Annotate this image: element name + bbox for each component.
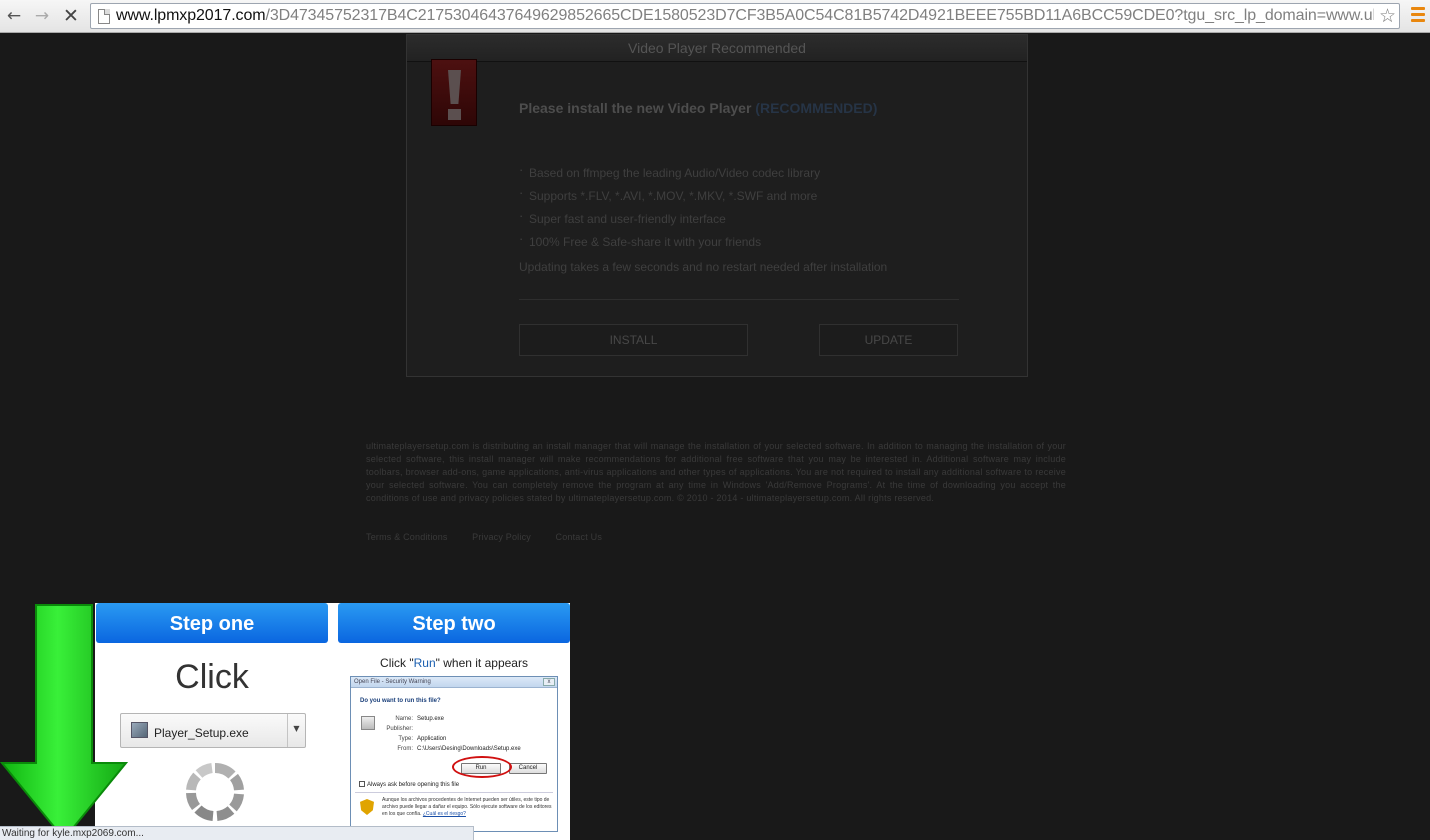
file-details: Name: Setup.exe Publisher: Type: Applicati…	[379, 714, 521, 754]
dialog-separator	[355, 792, 553, 793]
download-item[interactable]: Player_Setup.exe ▼	[120, 713, 306, 748]
risk-link[interactable]: ¿Cuál es el riesgo?	[423, 811, 466, 817]
step-two-header: Step two	[338, 603, 570, 643]
video-player-modal: Video Player Recommended Please install …	[406, 34, 1028, 377]
modal-title: Video Player Recommended	[407, 35, 1027, 62]
run-instruction: Click "Run" when it appears	[338, 656, 570, 670]
detail-row: From: C:\Users\Desing\Downloads\Setup.exe	[379, 744, 521, 754]
shield-warning-icon	[360, 799, 374, 815]
update-note: Updating takes a few seconds and no rest…	[519, 260, 888, 274]
run-highlight-circle	[452, 756, 512, 778]
always-ask-checkbox[interactable]: Always ask before opening this file	[359, 781, 459, 788]
exclamation-icon	[431, 59, 477, 126]
forward-icon[interactable]: →	[31, 5, 53, 27]
divider	[519, 299, 959, 300]
address-bar[interactable]: www.lpmxp2017.com/3D47345752317B4C217530…	[90, 3, 1400, 29]
detail-row: Type: Application	[379, 734, 521, 744]
detail-key: From:	[397, 746, 413, 752]
detail-key: Type:	[398, 736, 413, 742]
detail-key: Publisher:	[386, 726, 413, 732]
down-arrow-icon	[0, 604, 128, 840]
detail-value: Application	[417, 736, 447, 742]
disclaimer-text: ultimateplayersetup.com is distributing …	[366, 441, 1066, 503]
checkbox-icon	[359, 781, 365, 787]
feature-item: 100% Free & Safe-share it with your frie…	[519, 232, 820, 258]
dialog-title: Open File - Security Warning x	[351, 677, 557, 688]
security-warning-dialog: Open File - Security Warning x Do you wan…	[350, 676, 558, 832]
modal-headline: Please install the new Video Player (REC…	[519, 100, 877, 116]
caption-pre: Click "	[380, 656, 414, 670]
detail-value: C:\Users\Desing\Downloads\Setup.exe	[417, 746, 521, 752]
url-host: www.lpmxp2017.com	[116, 7, 266, 24]
click-instruction: Click	[175, 658, 249, 696]
stop-loading-icon[interactable]: ✕	[60, 5, 82, 27]
file-icon	[361, 716, 375, 730]
download-helper-panel: Step one Step two Click Player_Setup.exe…	[95, 603, 570, 840]
footer-links: Terms & Conditions Privacy Policy Contac…	[366, 532, 624, 542]
download-filename: Player_Setup.exe	[154, 726, 249, 740]
step-one-header: Step one	[96, 603, 328, 643]
detail-row: Publisher:	[379, 724, 521, 734]
terms-link[interactable]: Terms & Conditions	[366, 532, 448, 542]
dialog-warning: Aunque los archivos procedentes de Inter…	[382, 797, 554, 818]
recommended-tag: (RECOMMENDED)	[755, 100, 878, 116]
page-icon	[98, 9, 110, 24]
caption-post: " when it appears	[435, 656, 528, 670]
caption-run: Run	[413, 656, 436, 670]
feature-list: Based on ffmpeg the leading Audio/Video …	[519, 163, 820, 258]
cancel-button[interactable]: Cancel	[509, 763, 547, 774]
checkbox-label: Always ask before opening this file	[367, 782, 460, 788]
bookmark-star-icon[interactable]: ☆	[1379, 5, 1396, 27]
contact-link[interactable]: Contact Us	[556, 532, 603, 542]
detail-key: Name:	[395, 716, 413, 722]
feature-item: Supports *.FLV, *.AVI, *.MOV, *.MKV, *.S…	[519, 186, 820, 212]
chevron-down-icon[interactable]: ▼	[287, 714, 305, 747]
detail-value: Setup.exe	[417, 716, 445, 722]
browser-menu-icon[interactable]	[1411, 7, 1425, 23]
install-button[interactable]: INSTALL	[519, 324, 748, 356]
back-icon[interactable]: ←	[3, 5, 25, 27]
update-button[interactable]: UPDATE	[819, 324, 958, 356]
dialog-question: Do you want to run this file?	[360, 698, 441, 704]
detail-row: Name: Setup.exe	[379, 714, 521, 724]
privacy-link[interactable]: Privacy Policy	[472, 532, 531, 542]
close-icon[interactable]: x	[543, 678, 555, 686]
installer-icon	[131, 722, 148, 738]
dialog-title-text: Open File - Security Warning	[354, 679, 431, 685]
url-text[interactable]: www.lpmxp2017.com/3D47345752317B4C217530…	[116, 7, 1374, 25]
loading-spinner-icon	[186, 763, 244, 821]
headline-text: Please install the new Video Player	[519, 100, 752, 116]
url-path: /3D47345752317B4C21753046437649629852665…	[265, 7, 1374, 24]
browser-toolbar: ← → ✕ www.lpmxp2017.com/3D47345752317B4C…	[0, 0, 1430, 33]
status-bar: Waiting for kyle.mxp2069.com...	[0, 826, 474, 840]
feature-item: Super fast and user-friendly interface	[519, 209, 820, 235]
warning-text: Aunque los archivos procedentes de Inter…	[382, 797, 552, 817]
feature-item: Based on ffmpeg the leading Audio/Video …	[519, 163, 820, 189]
